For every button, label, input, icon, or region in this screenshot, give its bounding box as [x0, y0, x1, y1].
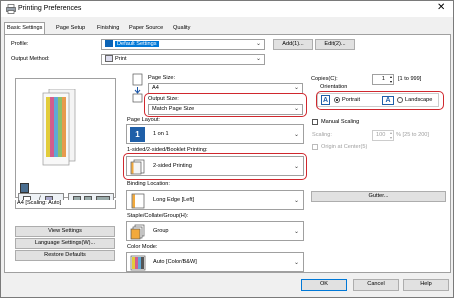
- binding-location-label: Binding Location:: [127, 181, 170, 187]
- binding-location-combo[interactable]: Long Edge [Left] ⌄: [126, 190, 304, 210]
- manual-scaling-checkbox[interactable]: [312, 119, 318, 125]
- group-icon: [130, 224, 145, 240]
- staple-collate-label: Staple/Collate/Group(H):: [127, 213, 189, 219]
- color-mode-value: Auto [Color/B&W]: [153, 259, 197, 265]
- chevron-down-icon: ⌄: [293, 198, 299, 204]
- printing-preferences-window: Printing Preferences ✕ Basic Settings Pa…: [0, 0, 454, 298]
- tab-finishing[interactable]: Finishing: [95, 23, 121, 34]
- profile-icon: [105, 40, 113, 48]
- origin-center-label: Origin at Center(5): [321, 144, 368, 150]
- output-size-highlight: [144, 93, 307, 117]
- tab-paper-source[interactable]: Paper Source: [127, 23, 165, 34]
- output-method-label: Output Method:: [11, 56, 50, 62]
- ok-button[interactable]: OK: [301, 279, 347, 291]
- copies-value: 1: [381, 76, 385, 82]
- chevron-down-icon: ⌄: [293, 85, 299, 91]
- close-icon[interactable]: ✕: [437, 3, 445, 13]
- scaling-range: % [25 to 200]: [396, 132, 429, 138]
- page-size-icon: [132, 73, 143, 103]
- binding-location-value: Long Edge [Left]: [153, 197, 195, 203]
- stack-icon: [20, 183, 29, 193]
- printer-icon: [6, 4, 16, 14]
- spinner-icon[interactable]: ▴ ▾: [390, 130, 392, 140]
- spinner-icon[interactable]: ▴ ▾: [390, 74, 392, 84]
- staple-collate-value: Group: [153, 228, 169, 234]
- language-settings-button[interactable]: Language Settings(W)...: [15, 238, 115, 249]
- restore-defaults-button[interactable]: Restore Defaults: [15, 250, 115, 261]
- copies-label: Copies(C):: [311, 76, 338, 82]
- binding-icon: [131, 193, 145, 209]
- add-profile-button[interactable]: Add(1)...: [273, 39, 313, 50]
- output-method-combo[interactable]: Print ⌄: [101, 54, 265, 65]
- basic-settings-panel: Profile: Default Settings ⌄ Add(1)... Ed…: [4, 34, 451, 273]
- page-size-value: A4: [152, 85, 159, 91]
- output-method-value: Print: [115, 56, 127, 62]
- tab-basic-settings[interactable]: Basic Settings: [4, 22, 46, 34]
- profile-combo[interactable]: Default Settings ⌄: [101, 39, 265, 50]
- manual-scaling-label: Manual Scaling: [321, 119, 360, 125]
- tab-page-setup[interactable]: Page Setup: [54, 23, 87, 34]
- window-title: Printing Preferences: [18, 5, 82, 12]
- chevron-down-icon: ⌄: [293, 260, 299, 266]
- color-mode-combo[interactable]: Auto [Color/B&W] ⌄: [126, 252, 304, 272]
- gutter-button[interactable]: Gutter...: [311, 191, 446, 202]
- edit-profile-button[interactable]: Edit(2)...: [315, 39, 355, 50]
- color-mode-icon: [130, 255, 146, 271]
- title-bar: Printing Preferences ✕: [1, 1, 453, 17]
- scaling-input[interactable]: 100 ▴ ▾: [372, 130, 394, 141]
- view-settings-button[interactable]: View Settings: [15, 226, 115, 237]
- profile-value: Default Settings: [115, 41, 159, 47]
- staple-collate-combo[interactable]: Group ⌄: [126, 221, 304, 241]
- preview-caption: A4 [Scaling: Auto]: [15, 200, 116, 209]
- help-button[interactable]: Help: [403, 279, 449, 291]
- color-mode-label: Color Mode:: [127, 244, 158, 250]
- tab-quality[interactable]: Quality: [171, 23, 192, 34]
- profile-label: Profile:: [11, 41, 29, 47]
- page-layout-combo[interactable]: 1 1 on 1 ⌄: [126, 124, 304, 144]
- page-layout-value: 1 on 1: [153, 131, 169, 137]
- print-preview: /: [15, 78, 116, 205]
- chevron-down-icon: ⌄: [293, 229, 299, 235]
- page-size-label: Page Size:: [148, 75, 176, 81]
- print-icon: [105, 55, 113, 63]
- orientation-highlight: [316, 91, 444, 110]
- scaling-value: 100: [376, 132, 386, 138]
- orientation-label: Orientation: [320, 84, 348, 90]
- sided-printing-highlight: [123, 153, 307, 180]
- page-layout-icon: 1: [130, 127, 145, 142]
- chevron-down-icon: ⌄: [255, 56, 261, 62]
- origin-center-checkbox[interactable]: [312, 144, 318, 150]
- copies-input[interactable]: 1 ▴ ▾: [372, 74, 394, 85]
- copies-range: [1 to 999]: [398, 76, 422, 82]
- cancel-button[interactable]: Cancel: [353, 279, 399, 291]
- scaling-label: Scaling:: [312, 132, 332, 138]
- chevron-down-icon: ⌄: [255, 41, 261, 47]
- page-layout-label: Page Layout:: [127, 117, 160, 123]
- preview-page-icon: [42, 89, 76, 166]
- chevron-down-icon: ⌄: [293, 132, 299, 138]
